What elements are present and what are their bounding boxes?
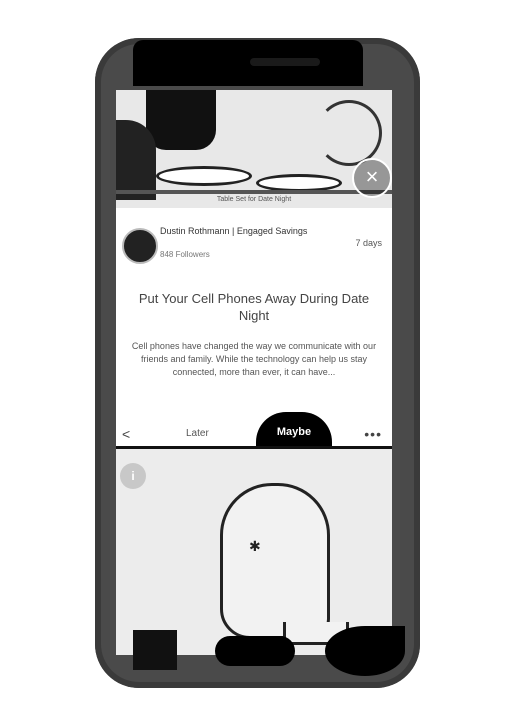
avatar[interactable] — [122, 228, 158, 264]
home-button[interactable] — [215, 636, 295, 666]
action-bar: < Later Maybe ••• — [116, 412, 392, 448]
post-time: 7 days — [355, 238, 382, 248]
recent-apps-button[interactable] — [133, 630, 177, 670]
article-excerpt[interactable]: Cell phones have changed the way we comm… — [126, 340, 382, 379]
close-icon[interactable]: × — [366, 164, 379, 189]
info-badge[interactable]: i — [120, 463, 146, 489]
close-button[interactable]: × — [352, 158, 392, 198]
author-followers: 848 Followers — [160, 250, 210, 259]
speaker-grille — [250, 58, 320, 66]
phone-top-bezel — [133, 40, 363, 86]
hero-table-edge — [116, 190, 392, 194]
later-button[interactable]: Later — [186, 428, 209, 439]
back-button[interactable] — [325, 626, 405, 676]
phone-screen: × Table Set for Date Night Dustin Rothma… — [116, 90, 392, 655]
illustration-head: ✱ — [220, 483, 349, 645]
hero-caption: Table Set for Date Night — [216, 196, 292, 203]
phone-bottom-bezel — [95, 626, 420, 688]
article-title[interactable]: Put Your Cell Phones Away During Date Ni… — [126, 290, 382, 324]
next-card-image[interactable]: i ✱ — [116, 449, 392, 655]
share-icon[interactable]: < — [122, 426, 138, 442]
phone-frame: × Table Set for Date Night Dustin Rothma… — [95, 38, 420, 688]
author-name[interactable]: Dustin Rothmann | Engaged Savings — [160, 226, 320, 237]
hero-plate — [156, 166, 252, 186]
maybe-button[interactable]: Maybe — [256, 412, 332, 448]
hero-shape — [146, 90, 216, 150]
author-row[interactable]: Dustin Rothmann | Engaged Savings 848 Fo… — [116, 224, 392, 268]
more-icon[interactable]: ••• — [364, 426, 382, 442]
article-hero-image: × Table Set for Date Night — [116, 90, 392, 208]
hero-shape — [316, 100, 382, 166]
hero-shape — [116, 120, 156, 200]
illustration-mark: ✱ — [249, 538, 261, 554]
